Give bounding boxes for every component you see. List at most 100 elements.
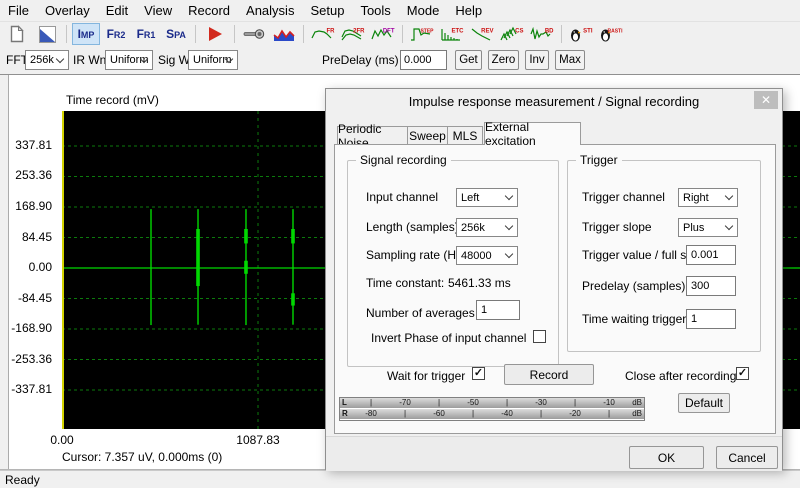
- imp-mode-button[interactable]: IMP: [72, 23, 100, 45]
- sti-button[interactable]: STI: [567, 23, 595, 45]
- tab-mls[interactable]: MLS: [447, 126, 483, 145]
- dialog-titlebar[interactable]: Impulse response measurement / Signal re…: [326, 89, 782, 113]
- meter-scale-cell: |: [369, 398, 373, 407]
- level-meter-row: R -80 | -60 | -40 | -20 | dB: [340, 409, 644, 419]
- fr2-mode-button[interactable]: FR2: [102, 23, 130, 45]
- signal-recording-legend: Signal recording: [356, 153, 451, 167]
- step-response-button[interactable]: STEP: [408, 23, 436, 45]
- sig-wnd-select[interactable]: Uniform: [188, 50, 238, 70]
- meter-scale-cell: |: [539, 409, 543, 418]
- etc-button[interactable]: ETC: [438, 23, 466, 45]
- length-samples-label: Length (samples): [366, 220, 459, 234]
- trigger-value-input[interactable]: [686, 245, 736, 265]
- status-text: Ready: [5, 472, 40, 487]
- burst-decay-button[interactable]: BD: [528, 23, 556, 45]
- y-axis-labels: 337.81 253.36 168.90 84.45 0.00 -84.45 -168.90…: [0, 111, 56, 429]
- svg-text:DFT: DFT: [383, 28, 395, 34]
- trigger-slope-value: Plus: [683, 221, 705, 234]
- microphone-icon[interactable]: [240, 23, 268, 45]
- number-of-averages-input[interactable]: [476, 300, 520, 320]
- ok-button[interactable]: OK: [629, 446, 704, 469]
- length-samples-value: 256k: [461, 221, 485, 234]
- menu-tools[interactable]: Tools: [352, 0, 398, 21]
- invert-phase-checkbox[interactable]: [533, 330, 546, 343]
- spa-mode-button[interactable]: SPA: [162, 23, 190, 45]
- y-axis-tick: -168.90: [11, 321, 52, 335]
- input-channel-label: Input channel: [366, 190, 439, 204]
- meter-scale-cell: |: [471, 409, 475, 418]
- record-button[interactable]: Record: [504, 364, 594, 385]
- trigger-group: Trigger Trigger channel Right Trigger sl…: [567, 153, 761, 352]
- svg-text:CS: CS: [515, 28, 523, 34]
- menu-file[interactable]: File: [0, 0, 37, 21]
- y-axis-tick: 84.45: [21, 229, 52, 244]
- y-axis-tick: 337.81: [15, 137, 52, 152]
- status-bar: Ready: [0, 470, 800, 488]
- close-after-recording-checkbox[interactable]: [736, 367, 749, 380]
- menu-view[interactable]: View: [136, 0, 180, 21]
- cancel-button[interactable]: Cancel: [716, 446, 778, 469]
- reverberation-button[interactable]: REV: [468, 23, 496, 45]
- fr1-mode-button[interactable]: FR1: [132, 23, 160, 45]
- dialog-close-button[interactable]: ✕: [754, 91, 778, 109]
- trigger-legend: Trigger: [576, 153, 622, 167]
- y-axis-tick: -253.36: [11, 351, 52, 366]
- input-channel-select[interactable]: Left: [456, 188, 518, 207]
- signal-generator-icon[interactable]: [270, 23, 298, 45]
- dft-button[interactable]: DFT: [369, 23, 397, 45]
- play-record-button[interactable]: [201, 23, 229, 45]
- time-constant-label: Time constant:: [366, 276, 445, 290]
- menu-mode[interactable]: Mode: [399, 0, 448, 21]
- tab-periodic-noise[interactable]: Periodic Noise: [337, 122, 408, 150]
- toolbar-separator: [66, 25, 67, 43]
- zero-button[interactable]: Zero: [488, 50, 519, 70]
- fr-smoothed-button[interactable]: FR: [309, 23, 337, 45]
- trigger-channel-label: Trigger channel: [582, 190, 665, 204]
- tab-external-excitation[interactable]: External excitation: [484, 120, 581, 148]
- fft-size-select[interactable]: 256k: [25, 50, 69, 70]
- x-axis-tick-0: 0.00: [50, 433, 74, 447]
- tab-sweep[interactable]: Sweep: [407, 126, 448, 145]
- sampling-rate-value: 48000: [461, 249, 492, 262]
- scale-icon[interactable]: [33, 23, 61, 45]
- fft-size-value: 256k: [30, 54, 54, 66]
- new-document-icon[interactable]: [3, 23, 31, 45]
- toolbar-separator: [195, 25, 196, 43]
- fr-overlay-button[interactable]: 2FR: [339, 23, 367, 45]
- wait-for-trigger-checkbox[interactable]: [472, 367, 485, 380]
- inv-button[interactable]: Inv: [525, 50, 549, 70]
- predelay-input[interactable]: [400, 50, 447, 70]
- dialog-title: Impulse response measurement / Signal re…: [408, 93, 700, 109]
- default-button[interactable]: Default: [678, 393, 730, 413]
- trigger-channel-select[interactable]: Right: [678, 188, 738, 207]
- svg-text:FR: FR: [327, 28, 336, 34]
- toolbar-separator: [234, 25, 235, 43]
- menu-record[interactable]: Record: [180, 0, 238, 21]
- level-meter: L | -70 | -50 | -30 | -10 dB R -80 | -60 | -40 | -20 | dB: [339, 397, 645, 421]
- meter-scale-cell: |: [505, 398, 509, 407]
- predelay-samples-input[interactable]: [686, 276, 736, 296]
- menu-analysis[interactable]: Analysis: [238, 0, 302, 21]
- cumulative-spectrum-button[interactable]: CS: [498, 23, 526, 45]
- level-meter-row: L | -70 | -50 | -30 | -10 dB: [340, 398, 644, 408]
- get-button[interactable]: Get: [455, 50, 482, 70]
- invert-phase-label: Invert Phase of input channel: [371, 331, 527, 345]
- menu-help[interactable]: Help: [447, 0, 490, 21]
- sampling-rate-select[interactable]: 48000: [456, 246, 518, 265]
- menu-setup[interactable]: Setup: [302, 0, 352, 21]
- cursor-readout: Cursor: 7.357 uV, 0.000ms (0): [62, 450, 223, 464]
- svg-text:2FR: 2FR: [353, 28, 365, 34]
- wait-for-trigger-label: Wait for trigger: [387, 369, 466, 383]
- rasti-button[interactable]: RASTI: [597, 23, 625, 45]
- length-samples-select[interactable]: 256k: [456, 218, 518, 237]
- max-button[interactable]: Max: [555, 50, 585, 70]
- menu-overlay[interactable]: Overlay: [37, 0, 98, 21]
- trigger-slope-select[interactable]: Plus: [678, 218, 738, 237]
- ir-wnd-select[interactable]: Uniform: [105, 50, 153, 70]
- time-waiting-input[interactable]: [686, 309, 736, 329]
- impulse-response-dialog: Impulse response measurement / Signal re…: [325, 88, 783, 471]
- y-axis-tick: -84.45: [17, 290, 52, 305]
- predelay-samples-label: Predelay (samples): [582, 279, 686, 293]
- menu-edit[interactable]: Edit: [98, 0, 136, 21]
- chart-title: Time record (mV): [66, 93, 159, 107]
